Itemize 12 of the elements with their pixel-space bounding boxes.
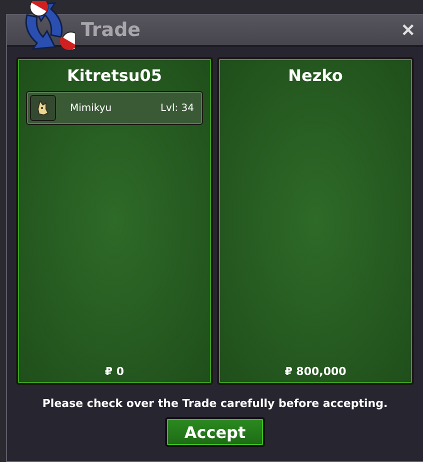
player-name: Nezko [287, 66, 344, 85]
pokemon-slot[interactable]: Mimikyu Lvl: 34 [26, 91, 203, 125]
pokemon-name: Mimikyu [70, 102, 113, 114]
pokemon-sprite-icon [30, 95, 56, 121]
money-amount: ₽ 0 [104, 365, 126, 378]
accept-button[interactable]: Accept [165, 417, 265, 447]
window-title: Trade [81, 19, 142, 41]
money-amount: ₽ 800,000 [284, 365, 348, 378]
pokemon-level: Lvl: 34 [160, 102, 194, 114]
warning-message: Please check over the Trade carefully before accepting. [42, 397, 388, 410]
close-button[interactable]: ✕ [399, 20, 417, 40]
player-name: Kitretsu05 [66, 66, 164, 85]
